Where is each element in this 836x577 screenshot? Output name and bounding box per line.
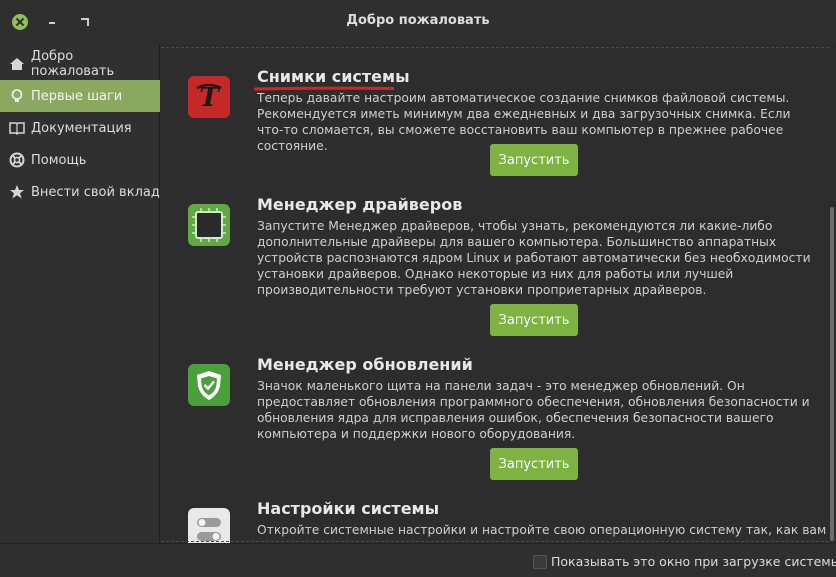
section-title: Снимки системы (257, 67, 410, 86)
section-title: Настройки системы (257, 499, 440, 518)
home-icon (8, 55, 26, 73)
shield-icon (188, 364, 230, 406)
title-bar: Добро пожаловать (0, 0, 836, 44)
footer: Показывать это окно при загрузке системы (0, 543, 836, 577)
driver-chip-icon (188, 204, 230, 246)
sidebar-item-first-steps[interactable]: Первые шаги (0, 80, 160, 112)
scrollbar-thumb[interactable] (830, 207, 834, 541)
section-description: Значок маленького щита на панели задач -… (257, 379, 810, 441)
sidebar: Добро пожаловать Первые шаги Документаци… (0, 44, 160, 543)
section-description: Запустите Менеджер драйверов, чтобы узна… (257, 219, 811, 297)
sidebar-item-help[interactable]: Помощь (0, 144, 160, 176)
section-title: Менеджер обновлений (257, 355, 473, 374)
settings-toggle-icon (188, 508, 230, 543)
divider (161, 541, 829, 542)
content-area: T Снимки системы Теперь давайте настроим… (161, 44, 836, 543)
sidebar-item-label: Помощь (31, 152, 87, 168)
lightbulb-icon (8, 87, 26, 105)
book-icon (8, 119, 26, 137)
sidebar-item-label: Документация (31, 120, 132, 136)
launch-snapshots-button[interactable]: Запустить (490, 144, 578, 176)
sidebar-item-contribute[interactable]: Внести свой вклад (0, 176, 160, 208)
sidebar-item-welcome[interactable]: Добро пожаловать (0, 48, 160, 80)
launch-driver-manager-button[interactable]: Запустить (490, 304, 578, 336)
show-on-startup-label[interactable]: Показывать это окно при загрузке системы (551, 554, 836, 569)
scrollbar[interactable] (828, 44, 836, 543)
timeshift-icon: T (188, 76, 230, 118)
star-icon (8, 183, 26, 201)
window-title: Добро пожаловать (346, 13, 490, 28)
sidebar-item-label: Добро пожаловать (30, 49, 115, 79)
section-description: Откройте системные настройки и настройте… (257, 523, 827, 537)
show-on-startup-checkbox[interactable] (533, 555, 547, 569)
lifebuoy-icon (8, 151, 26, 169)
sidebar-item-documentation[interactable]: Документация (0, 112, 160, 144)
sidebar-item-label: Внести свой вклад (31, 184, 160, 200)
section-title: Менеджер драйверов (257, 195, 463, 214)
launch-update-manager-button[interactable]: Запустить (490, 448, 578, 480)
divider (161, 47, 829, 48)
sidebar-item-label: Первые шаги (31, 88, 123, 104)
